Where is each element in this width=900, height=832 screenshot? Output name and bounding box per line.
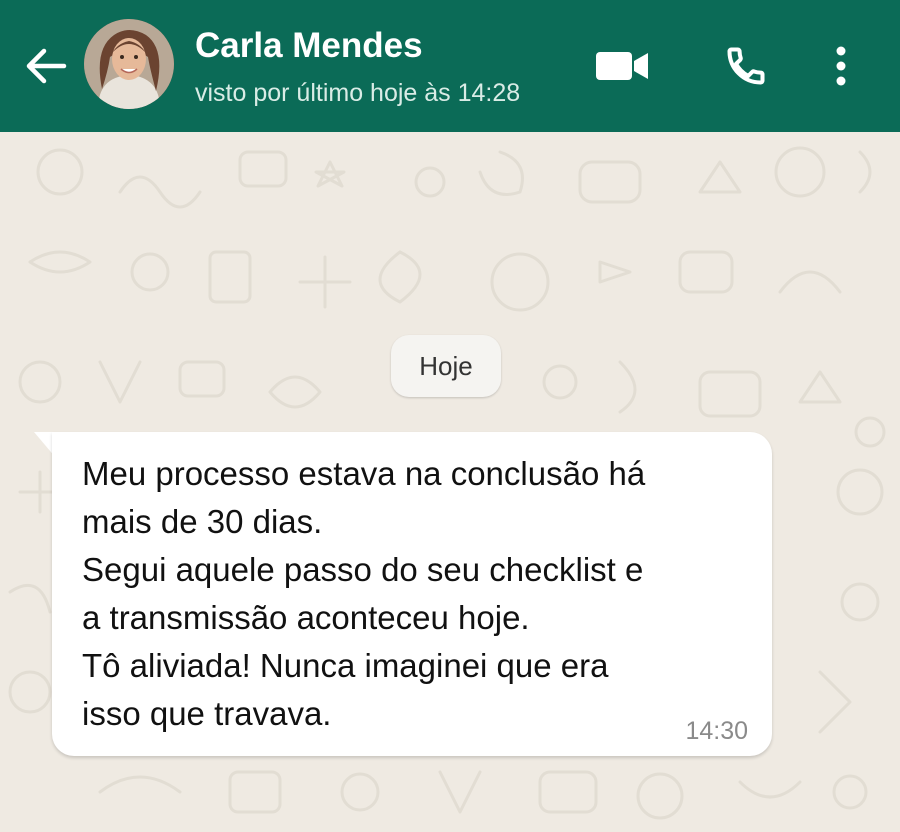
message-line: mais de 30 dias.: [82, 503, 323, 540]
message-line: isso que travava.: [82, 695, 332, 732]
voice-call-button[interactable]: [714, 40, 778, 92]
date-separator: Hoje: [391, 335, 501, 397]
chat-header: Carla Mendes visto por último hoje às 14…: [0, 0, 900, 132]
avatar-portrait: [84, 19, 174, 109]
message-line: Segui aquele passo do seu checklist e: [82, 551, 644, 588]
phone-icon: [727, 47, 765, 85]
video-camera-icon: [596, 52, 648, 80]
more-options-button[interactable]: [818, 40, 864, 92]
back-button[interactable]: [18, 40, 74, 92]
chat-screen: Carla Mendes visto por último hoje às 14…: [0, 0, 900, 832]
video-call-button[interactable]: [588, 40, 656, 92]
message-line: a transmissão aconteceu hoje.: [82, 599, 530, 636]
message-line: Tô aliviada! Nunca imaginei que era: [82, 647, 609, 684]
incoming-message-bubble[interactable]: Meu processo estava na conclusão há mais…: [52, 432, 772, 756]
message-text: Meu processo estava na conclusão há mais…: [82, 450, 762, 738]
contact-name[interactable]: Carla Mendes: [195, 24, 423, 68]
last-seen-status: visto por último hoje às 14:28: [195, 79, 521, 107]
message-timestamp: 14:30: [685, 717, 748, 745]
message-line: Meu processo estava na conclusão há: [82, 455, 646, 492]
back-arrow-icon: [26, 48, 67, 84]
contact-avatar[interactable]: [84, 19, 174, 109]
more-vertical-icon: [836, 46, 846, 86]
